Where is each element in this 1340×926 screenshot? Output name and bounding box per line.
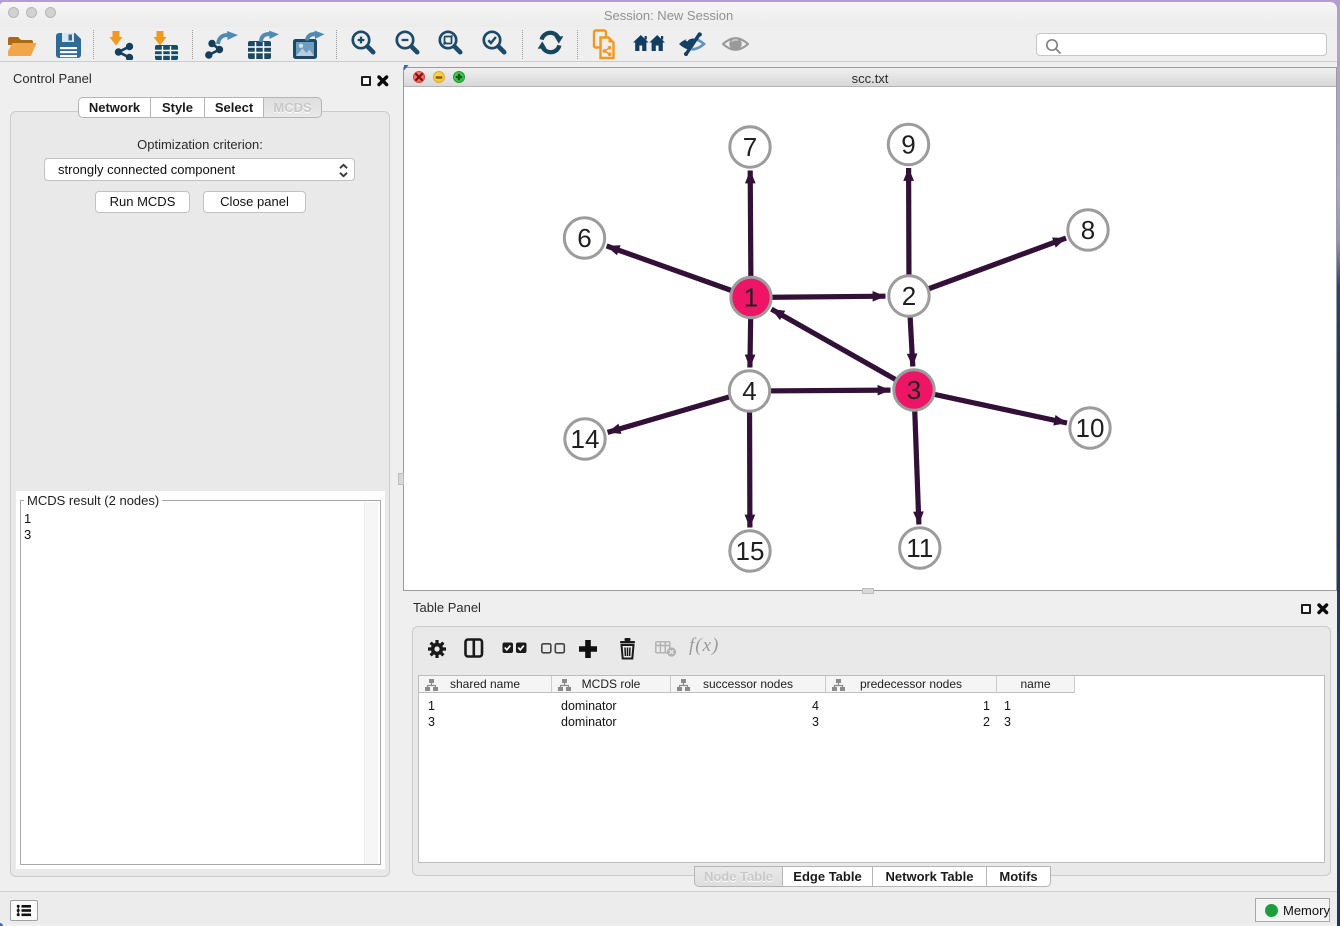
svg-text:10: 10	[1076, 413, 1105, 443]
svg-text:14: 14	[571, 424, 600, 454]
svg-text:8: 8	[1081, 215, 1095, 245]
svg-text:1: 1	[744, 283, 758, 313]
svg-text:3: 3	[907, 375, 921, 405]
svg-text:2: 2	[902, 281, 916, 311]
svg-text:7: 7	[743, 132, 757, 162]
svg-text:4: 4	[742, 376, 756, 406]
svg-text:9: 9	[901, 130, 915, 160]
svg-text:6: 6	[577, 223, 591, 253]
svg-text:15: 15	[736, 536, 765, 566]
svg-text:11: 11	[906, 533, 933, 563]
